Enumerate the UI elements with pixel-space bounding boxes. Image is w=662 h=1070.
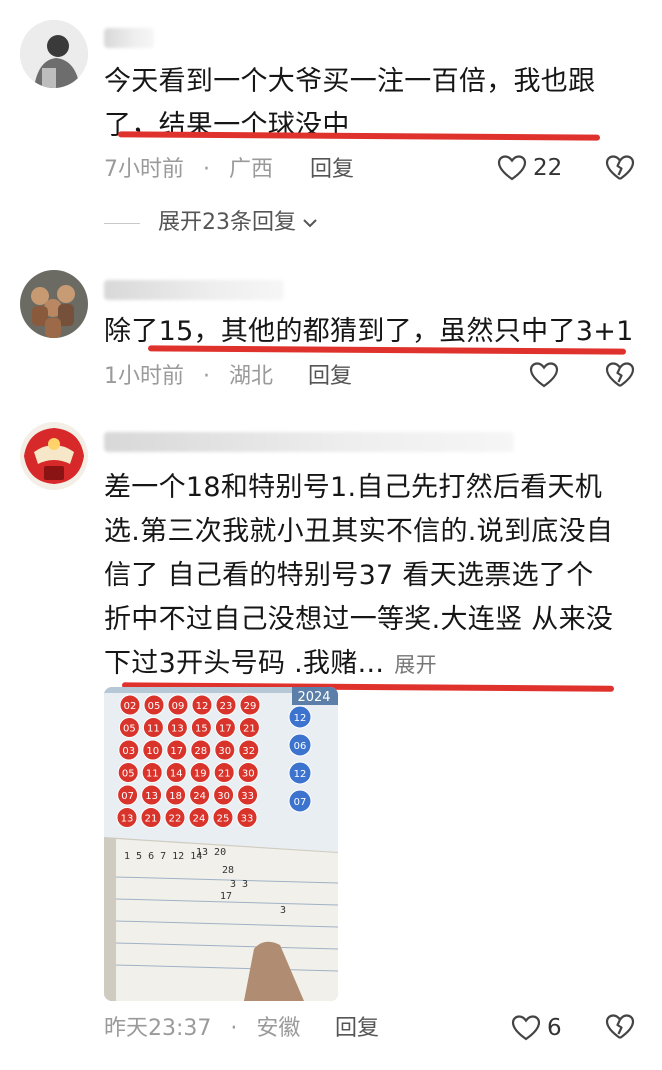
ball-number: 30 — [242, 769, 255, 780]
ball-number: 13 — [121, 814, 134, 825]
ball-number: 05 — [122, 769, 135, 780]
dislike-button[interactable] — [605, 1013, 635, 1041]
ball-number: 33 — [241, 791, 254, 802]
dislike-button[interactable] — [605, 154, 635, 182]
username[interactable] — [104, 432, 514, 452]
chevron-down-icon — [302, 214, 318, 233]
avatar[interactable] — [20, 20, 88, 88]
ball-number: 05 — [148, 701, 161, 712]
ball-number: 09 — [172, 701, 185, 712]
ball-number: 24 — [193, 814, 206, 825]
comment-photo[interactable]: 2024 02 05 09 12 23 29 05 11 13 15 17 21 03 10 17 28 30 3… — [104, 687, 338, 1001]
like-button[interactable]: 22 — [497, 153, 562, 183]
ball-number: 21 — [145, 814, 158, 825]
broken-heart-icon — [605, 154, 635, 182]
handwritten-note: 3 3 — [230, 879, 248, 890]
ball-number: 15 — [195, 724, 208, 735]
ball-number: 33 — [241, 814, 254, 825]
like-button[interactable] — [529, 361, 559, 389]
comment-meta: 昨天23:37 · 安徽 — [104, 1014, 300, 1044]
divider-line — [104, 222, 140, 224]
ball-number: 23 — [220, 701, 233, 712]
handwritten-note: 28 — [222, 865, 234, 876]
comment-text: 差一个18和特别号1.自己先打然后看天机 选.第三次我就小丑其实不信的.说到底没… — [104, 472, 614, 679]
comment-time: 1小时前 — [104, 364, 184, 389]
reply-button[interactable]: 回复 — [335, 1014, 379, 1044]
ball-number: 10 — [146, 746, 159, 757]
handwritten-note: 17 — [220, 891, 232, 902]
meta-separator: · — [203, 157, 210, 182]
ball-number: 13 — [171, 724, 184, 735]
ball-number: 11 — [146, 769, 159, 780]
comment-time: 昨天23:37 — [104, 1016, 212, 1041]
expand-comment-link[interactable]: 展开 — [394, 653, 437, 677]
ball-number: 21 — [218, 769, 231, 780]
reply-button[interactable]: 回复 — [308, 362, 352, 392]
ball-number: 30 — [217, 791, 230, 802]
like-count: 6 — [547, 1015, 562, 1041]
reply-button[interactable]: 回复 — [310, 155, 354, 185]
comment-time: 7小时前 — [104, 157, 184, 182]
avatar[interactable] — [20, 270, 88, 338]
ticket-year: 2024 — [297, 690, 330, 705]
broken-heart-icon — [605, 361, 635, 389]
ball-number: 29 — [244, 701, 257, 712]
expand-replies[interactable]: 展开23条回复 — [104, 208, 318, 238]
ball-number: 17 — [170, 746, 183, 757]
ball-number: 30 — [218, 746, 231, 757]
ball-number: 14 — [170, 769, 183, 780]
ball-number: 17 — [219, 724, 232, 735]
dislike-button[interactable] — [605, 361, 635, 389]
comment-location: 湖北 — [229, 364, 274, 389]
ball-number: 03 — [122, 746, 135, 757]
ball-number: 13 — [145, 791, 158, 802]
meta-separator: · — [203, 364, 210, 389]
ball-number: 05 — [123, 724, 136, 735]
ball-number: 06 — [294, 741, 307, 752]
heart-icon — [497, 154, 527, 182]
handwritten-note: 13 20 — [196, 847, 226, 858]
avatar[interactable] — [20, 422, 88, 490]
meta-separator: · — [230, 1016, 238, 1041]
handwritten-note: 3 — [280, 905, 286, 916]
ball-number: 11 — [147, 724, 160, 735]
expand-replies-label: 展开23条回复 — [158, 210, 296, 235]
handwritten-note: 1 5 6 7 12 14 — [124, 851, 202, 862]
username[interactable] — [104, 280, 284, 300]
ball-number: 19 — [194, 769, 207, 780]
comment-meta: 7小时前 · 广西 — [104, 155, 273, 185]
ball-number: 32 — [242, 746, 255, 757]
ball-number: 12 — [196, 701, 209, 712]
ball-number: 07 — [121, 791, 134, 802]
ball-number: 28 — [194, 746, 207, 757]
like-button[interactable]: 6 — [511, 1013, 562, 1043]
lottery-ticket-photo: 2024 02 05 09 12 23 29 05 11 13 15 17 21 03 10 17 28 30 3… — [104, 687, 338, 1001]
ball-number: 21 — [243, 724, 256, 735]
ball-number: 12 — [294, 713, 307, 724]
comment-location: 广西 — [229, 157, 274, 182]
comment-location: 安徽 — [256, 1016, 301, 1041]
ball-number: 12 — [294, 769, 307, 780]
like-count: 22 — [533, 155, 563, 181]
ball-number: 22 — [169, 814, 182, 825]
heart-icon — [529, 361, 559, 389]
ball-number: 18 — [169, 791, 182, 802]
broken-heart-icon — [605, 1013, 635, 1041]
ball-number: 25 — [217, 814, 230, 825]
ball-number: 07 — [294, 797, 307, 808]
ball-number: 02 — [124, 701, 137, 712]
username[interactable] — [104, 28, 154, 48]
heart-icon — [511, 1014, 541, 1042]
ball-number: 24 — [193, 791, 206, 802]
comment-meta: 1小时前 · 湖北 — [104, 362, 273, 392]
